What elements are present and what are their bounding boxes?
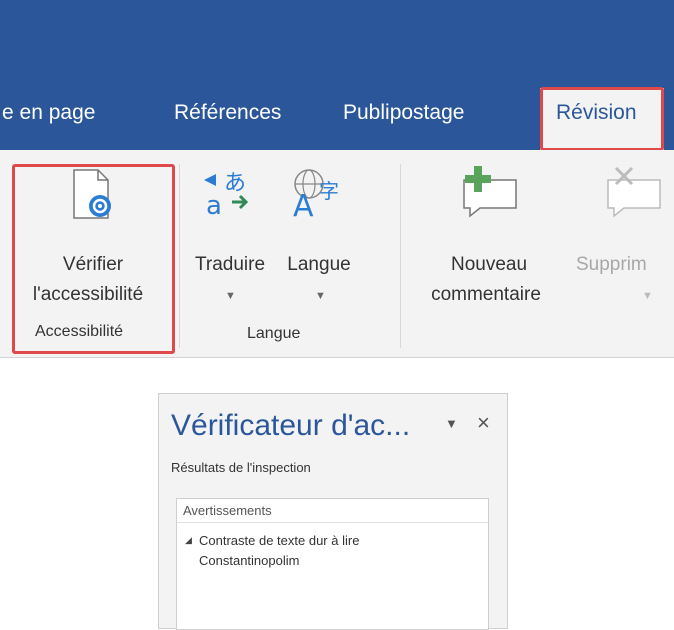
svg-text:あ: あ: [224, 171, 246, 196]
translate-button[interactable]: あ a Traduire ▼: [190, 160, 270, 315]
svg-text:a: a: [206, 191, 222, 218]
new-comment-button[interactable]: Nouveau commentaire: [410, 160, 560, 310]
delete-comment-icon: [607, 166, 661, 218]
revision-tab-highlight: [540, 87, 664, 151]
svg-text:字: 字: [319, 179, 339, 203]
ribbon: Vérifier l'accessibilité Accessibilité あ…: [0, 150, 674, 358]
language-group-label: Langue: [247, 325, 301, 342]
language-label: Langue: [287, 254, 351, 275]
tab-publipostage[interactable]: Publipostage: [343, 100, 464, 126]
tab-mise-en-page[interactable]: e en page: [2, 100, 95, 126]
translate-icon: あ a: [204, 171, 249, 218]
new-comment-icon: [463, 166, 517, 218]
collapse-triangle-icon[interactable]: ◢: [185, 535, 192, 546]
delete-comment-label: Supprim: [576, 254, 647, 275]
language-dropdown-caret[interactable]: ▼: [315, 290, 326, 302]
delete-dropdown-caret: ▼: [642, 290, 653, 302]
svg-text:A: A: [293, 189, 314, 218]
pane-options-icon[interactable]: ▼: [445, 416, 458, 431]
tab-references[interactable]: Références: [174, 100, 281, 126]
language-button[interactable]: A 字 Langue ▼: [275, 160, 365, 315]
inspection-results-label: Résultats de l'inspection: [171, 460, 311, 475]
results-list: Avertissements ◢ Contraste de texte dur …: [176, 498, 489, 630]
warning-item-title: Contraste de texte dur à lire: [199, 533, 360, 548]
language-icon: A 字: [293, 169, 339, 218]
group-separator: [400, 164, 401, 348]
title-bar: [0, 0, 674, 88]
new-comment-label-1: Nouveau: [450, 254, 528, 275]
accessibility-group-highlight: [12, 164, 175, 354]
delete-comment-button[interactable]: Supprim ▼: [572, 160, 674, 310]
group-separator: [179, 164, 180, 348]
translate-dropdown-caret[interactable]: ▼: [225, 290, 236, 302]
translate-label: Traduire: [194, 254, 266, 275]
warning-item[interactable]: Contraste de texte dur à lire Constantin…: [199, 531, 359, 571]
new-comment-label-2: commentaire: [431, 284, 541, 305]
accessibility-checker-pane: Vérificateur d'ac... ▼ × Résultats de l'…: [158, 393, 508, 630]
close-icon[interactable]: ×: [477, 410, 490, 436]
warnings-header: Avertissements: [177, 499, 488, 523]
pane-title: Vérificateur d'ac...: [171, 409, 411, 442]
warning-item-detail: Constantinopolim: [199, 553, 300, 568]
